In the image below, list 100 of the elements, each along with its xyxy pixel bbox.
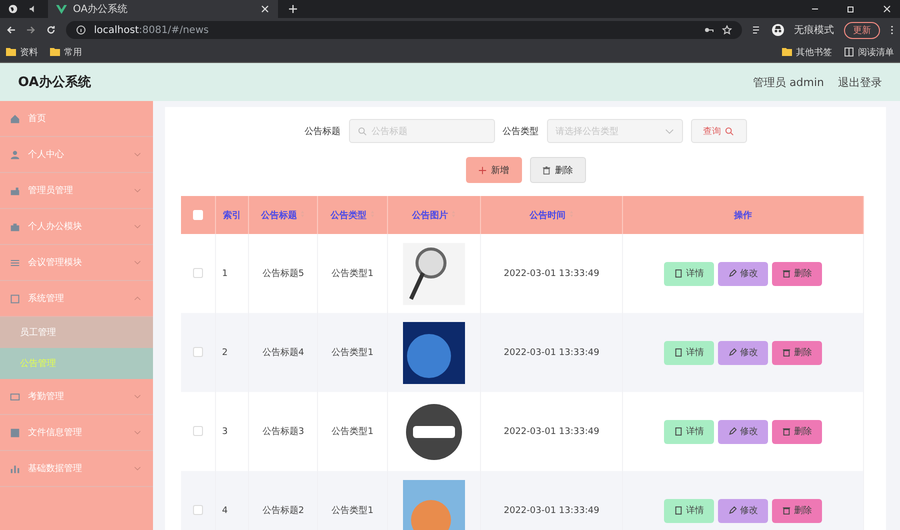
chart-icon	[10, 428, 20, 438]
reading-list-button[interactable]: 阅读清单	[844, 46, 894, 58]
menu-label: 系统管理	[28, 292, 64, 305]
document-icon	[674, 348, 684, 357]
star-icon[interactable]	[722, 25, 732, 35]
home-icon	[10, 114, 20, 124]
query-button[interactable]: 查询	[690, 119, 746, 143]
address-field[interactable]: localhost:8081/#/news	[66, 21, 742, 39]
document-icon	[674, 269, 684, 278]
field-label: 公告类型	[502, 126, 538, 138]
pencil-icon	[728, 506, 738, 515]
row-checkbox[interactable]	[193, 347, 203, 358]
menu-label: 首页	[28, 112, 46, 125]
briefcase-icon	[10, 222, 20, 232]
bookmark[interactable]: 常用	[50, 46, 82, 58]
plus-icon	[478, 166, 487, 174]
menu-label: 管理员管理	[28, 184, 73, 197]
folder-icon	[782, 47, 792, 57]
app-title: OA办公系统	[18, 74, 91, 91]
trash-icon	[782, 506, 792, 515]
row-checkbox[interactable]	[193, 268, 203, 278]
select-all-checkbox[interactable]	[193, 210, 203, 220]
plus-icon[interactable]	[288, 4, 298, 14]
table-cell: 4	[216, 471, 248, 530]
restore-icon[interactable]	[846, 4, 856, 14]
menu-label: 个人中心	[28, 148, 64, 161]
edit-button[interactable]: 修改	[718, 262, 768, 286]
menu-label: 文件信息管理	[28, 426, 82, 439]
delete-button[interactable]: 删除	[772, 262, 822, 286]
user-label: 管理员 admin	[753, 74, 824, 90]
bar-chart-icon	[10, 464, 20, 474]
document-icon	[674, 427, 684, 436]
table-cell: 2022-03-01 13:33:49	[480, 471, 623, 530]
field-label: 公告标题	[304, 126, 340, 138]
search-icon	[725, 126, 734, 136]
info-icon	[76, 25, 86, 35]
reload-icon[interactable]	[46, 25, 56, 35]
row-checkbox[interactable]	[193, 505, 203, 516]
more-icon[interactable]	[890, 25, 894, 35]
edit-button[interactable]: 修改	[718, 420, 768, 444]
delete-button[interactable]: 删除	[772, 420, 822, 444]
playlist-icon[interactable]	[752, 25, 762, 35]
tab-title: OA办公系统	[73, 2, 128, 16]
pencil-icon	[728, 427, 738, 436]
delete-button[interactable]: 删除	[530, 157, 586, 183]
menu-label: 基础数据管理	[28, 462, 82, 475]
menu-label: 考勤管理	[28, 390, 64, 403]
pencil-icon	[728, 348, 738, 357]
incognito-icon	[772, 24, 784, 36]
column-header[interactable]: 公告图片	[387, 196, 480, 234]
detail-button[interactable]: 详情	[664, 420, 714, 444]
url-text: localhost:8081/#/news	[94, 24, 209, 36]
row-checkbox[interactable]	[193, 426, 203, 436]
v-logo-icon	[56, 4, 67, 14]
chevron-down-icon	[664, 126, 674, 136]
table-cell: 公告标题2	[248, 471, 318, 530]
delete-button[interactable]: 删除	[772, 340, 822, 364]
edit-button[interactable]: 修改	[718, 340, 768, 364]
pencil-icon	[728, 269, 738, 278]
menu-label: 会议管理模块	[28, 256, 82, 269]
browser-tab[interactable]: OA办公系统	[48, 0, 278, 18]
photo-placeholder	[402, 322, 465, 384]
book-icon	[844, 47, 854, 57]
detail-button[interactable]: 详情	[664, 498, 714, 522]
back-arrow-icon[interactable]	[6, 25, 16, 35]
card-icon	[10, 392, 20, 402]
add-button[interactable]: 新增	[466, 157, 522, 183]
search-icon	[358, 126, 366, 136]
detail-button[interactable]: 详情	[664, 340, 714, 364]
table-cell: 公告标题4	[248, 313, 318, 392]
logout-link[interactable]: 退出登录	[838, 74, 882, 90]
column-header[interactable]: 公告类型	[318, 196, 388, 234]
table-cell: 公告类型1	[318, 313, 388, 392]
document-icon	[674, 506, 684, 515]
folder-icon	[6, 47, 16, 57]
bookmark-folder[interactable]: 其他书签	[782, 46, 832, 58]
edit-button[interactable]: 修改	[718, 498, 768, 522]
trash-icon	[782, 269, 792, 278]
forward-arrow-icon[interactable]	[26, 25, 36, 35]
user-icon	[10, 150, 20, 160]
delete-button[interactable]: 删除	[772, 498, 822, 522]
close-icon[interactable]	[260, 4, 270, 14]
close-icon[interactable]	[882, 4, 892, 14]
column-header[interactable]: 公告标题	[248, 196, 318, 234]
incognito-label: 无痕模式	[794, 24, 834, 37]
key-icon[interactable]	[704, 25, 714, 35]
column-header[interactable]: 公告时间	[480, 196, 623, 234]
trash-icon	[542, 166, 551, 174]
trash-icon	[782, 427, 792, 436]
column-header: 操作	[622, 196, 864, 234]
menu-label: 个人办公模块	[28, 220, 82, 233]
column-header: 索引	[216, 196, 248, 234]
table-cell: 公告类型1	[318, 471, 388, 530]
update-button[interactable]: 更新	[844, 22, 880, 38]
trash-icon	[782, 348, 792, 357]
detail-button[interactable]: 详情	[664, 262, 714, 286]
photo-placeholder	[402, 480, 465, 530]
photo-placeholder	[402, 242, 465, 304]
table-cell: 2	[216, 313, 248, 392]
bookmark[interactable]: 资料	[6, 46, 38, 58]
